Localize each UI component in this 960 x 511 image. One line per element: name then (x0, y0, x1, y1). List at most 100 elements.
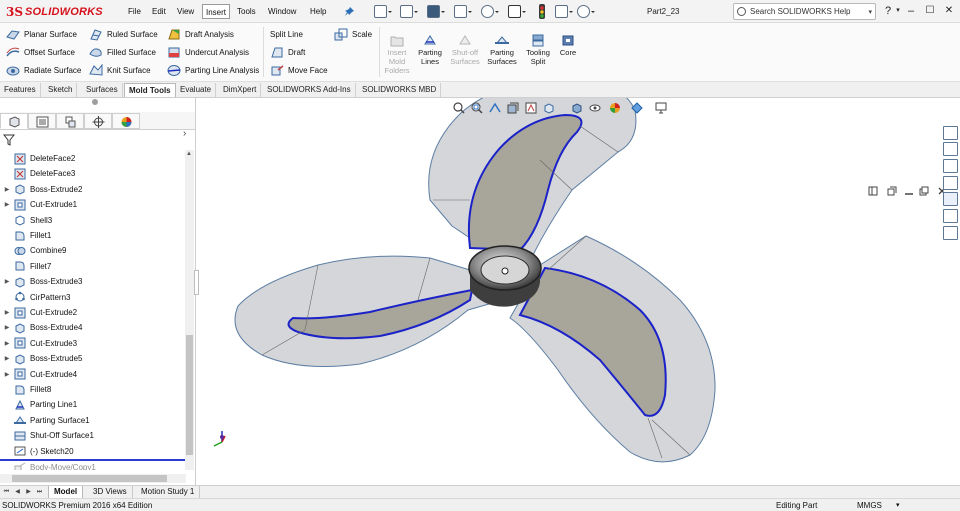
tab-display-manager[interactable] (112, 113, 140, 129)
tree-item-shut-off-surface1[interactable]: Shut-Off Surface1 (0, 428, 186, 443)
scrollbar-thumb[interactable] (186, 335, 193, 455)
expand-arrow-icon[interactable]: ▶ (0, 324, 14, 331)
expand-arrow-icon[interactable]: ▶ (0, 340, 14, 347)
propeller-hub[interactable] (468, 245, 542, 307)
menu-edit[interactable]: Edit (149, 4, 169, 19)
dynamic-annotation-icon[interactable] (525, 102, 537, 114)
scroll-up-icon[interactable]: ▲ (186, 151, 192, 157)
undercut-analysis-button[interactable]: Undercut Analysis (167, 45, 249, 60)
menu-window[interactable]: Window (265, 4, 299, 19)
filter-icon[interactable] (3, 134, 15, 146)
tree-item-parting-surface1[interactable]: Parting Surface1 (0, 413, 186, 428)
edit-appearance-icon[interactable] (609, 102, 621, 114)
view-orientation-icon[interactable] (543, 102, 555, 114)
options-gear-icon[interactable] (577, 5, 595, 18)
zoom-to-area-icon[interactable] (471, 102, 483, 114)
shut-off-surfaces-button[interactable]: Shut-off Surfaces (447, 34, 483, 66)
tree-item-deleteface2[interactable]: DeleteFace2 (0, 151, 186, 166)
view-palette-icon[interactable] (943, 176, 958, 190)
custom-properties-icon[interactable] (943, 209, 958, 223)
offset-surface-button[interactable]: Offset Surface (6, 45, 75, 60)
tree-item-cut-extrude4[interactable]: ▶ Cut-Extrude4 (0, 367, 186, 382)
graphics-area[interactable] (197, 98, 960, 485)
tree-item-deleteface3[interactable]: DeleteFace3 (0, 166, 186, 181)
parting-line-analysis-button[interactable]: Parting Line Analysis (167, 63, 259, 78)
tree-item-sketch20[interactable]: (-) Sketch20 (0, 444, 186, 459)
tree-item-shell3[interactable]: Shell3 (0, 213, 186, 228)
solidworks-resources-home-icon[interactable] (943, 126, 958, 140)
close-button[interactable]: ✕ (941, 3, 957, 19)
tree-item-body-move-copy1[interactable]: Body-Move/Copy1 (0, 459, 186, 470)
tree-item-boss-extrude5[interactable]: ▶ Boss-Extrude5 (0, 351, 186, 366)
design-library-icon[interactable] (943, 142, 958, 156)
expand-arrow-icon[interactable]: ▶ (0, 201, 14, 208)
tree-item-boss-extrude3[interactable]: ▶ Boss-Extrude3 (0, 274, 186, 289)
menu-insert[interactable]: Insert (202, 4, 231, 19)
planar-surface-button[interactable]: Planar Surface (6, 27, 77, 42)
tab-features[interactable]: Features (0, 83, 41, 97)
tree-item-fillet8[interactable]: Fillet8 (0, 382, 186, 397)
parting-surfaces-button[interactable]: Parting Surfaces (484, 34, 520, 66)
expand-arrow-icon[interactable]: ▶ (0, 309, 14, 316)
tab-evaluate[interactable]: Evaluate (176, 83, 217, 97)
tab-solidworks-add-ins[interactable]: SOLIDWORKS Add-Ins (263, 83, 356, 97)
print-icon[interactable] (454, 5, 472, 18)
viewport-maximize-icon[interactable] (919, 186, 929, 196)
tab-dimxpert-manager[interactable] (84, 113, 112, 129)
tab-nav-first-icon[interactable]: ⏮ (2, 488, 11, 497)
open-folder-icon[interactable] (400, 5, 418, 18)
minimize-button[interactable]: – (903, 3, 919, 19)
tree-item-parting-line1[interactable]: Parting Line1 (0, 397, 186, 412)
model-viewport[interactable] (197, 98, 960, 485)
viewport-restore-icon[interactable] (887, 186, 897, 196)
display-style-icon[interactable] (571, 102, 583, 114)
tree-item-cut-extrude3[interactable]: ▶ Cut-Extrude3 (0, 336, 186, 351)
split-viewport-icon[interactable] (868, 186, 878, 196)
viewport-minimize-icon[interactable] (904, 186, 914, 196)
undo-icon[interactable] (481, 5, 499, 18)
tab-property-manager[interactable] (28, 113, 56, 129)
tab-mold-tools[interactable]: Mold Tools (124, 83, 176, 97)
ruled-surface-button[interactable]: Ruled Surface (89, 27, 158, 42)
panel-scroll-right-icon[interactable]: › (183, 128, 186, 139)
propeller-blade-left[interactable] (234, 255, 497, 368)
propeller-blade-upper[interactable] (428, 98, 637, 259)
panel-resize-grip[interactable] (194, 270, 199, 295)
new-document-icon[interactable] (374, 5, 392, 18)
scrollbar-thumb[interactable] (12, 475, 167, 482)
panel-collapse-handle[interactable] (92, 99, 98, 105)
tree-horizontal-scrollbar[interactable] (0, 474, 186, 483)
rebuild-traffic-light-icon[interactable] (538, 4, 546, 19)
help-search-box[interactable]: Search SOLIDWORKS Help ▾ (733, 3, 876, 20)
move-face-button[interactable]: Move Face (270, 63, 328, 78)
units-selector[interactable]: MMGS (857, 500, 882, 511)
hide-show-items-icon[interactable] (589, 102, 601, 114)
menu-help[interactable]: Help (307, 4, 329, 19)
previous-view-icon[interactable] (489, 102, 501, 114)
pin-icon[interactable] (344, 6, 355, 17)
draft-analysis-button[interactable]: Draft Analysis (167, 27, 234, 42)
tree-item-boss-extrude4[interactable]: ▶ Boss-Extrude4 (0, 320, 186, 335)
tab-sketch[interactable]: Sketch (44, 83, 78, 97)
tab-nav-prev-icon[interactable]: ◀ (13, 488, 22, 497)
units-dropdown-icon[interactable]: ▾ (896, 500, 900, 511)
tab-configuration-manager[interactable] (56, 113, 84, 129)
solidworks-forum-icon[interactable] (943, 226, 958, 240)
search-dropdown-icon[interactable]: ▾ (868, 8, 872, 16)
split-line-button[interactable]: Split Line (270, 27, 303, 42)
tree-item-fillet1[interactable]: Fillet1 (0, 228, 186, 243)
menu-tools[interactable]: Tools (234, 4, 259, 19)
tab-nav-next-icon[interactable]: ▶ (24, 488, 33, 497)
appearances-scenes-icon[interactable] (943, 192, 958, 206)
maximize-button[interactable]: ☐ (922, 3, 938, 19)
file-explorer-icon[interactable] (943, 159, 958, 173)
expand-arrow-icon[interactable]: ▶ (0, 278, 14, 285)
tab-nav-last-icon[interactable]: ⏭ (35, 488, 44, 497)
filled-surface-button[interactable]: Filled Surface (89, 45, 156, 60)
tree-item-cut-extrude1[interactable]: ▶ Cut-Extrude1 (0, 197, 186, 212)
expand-arrow-icon[interactable]: ▶ (0, 355, 14, 362)
file-properties-icon[interactable] (555, 5, 573, 18)
view-settings-monitor-icon[interactable] (655, 102, 667, 114)
tree-item-cirpattern3[interactable]: CirPattern3 (0, 290, 186, 305)
save-icon[interactable] (427, 5, 445, 18)
